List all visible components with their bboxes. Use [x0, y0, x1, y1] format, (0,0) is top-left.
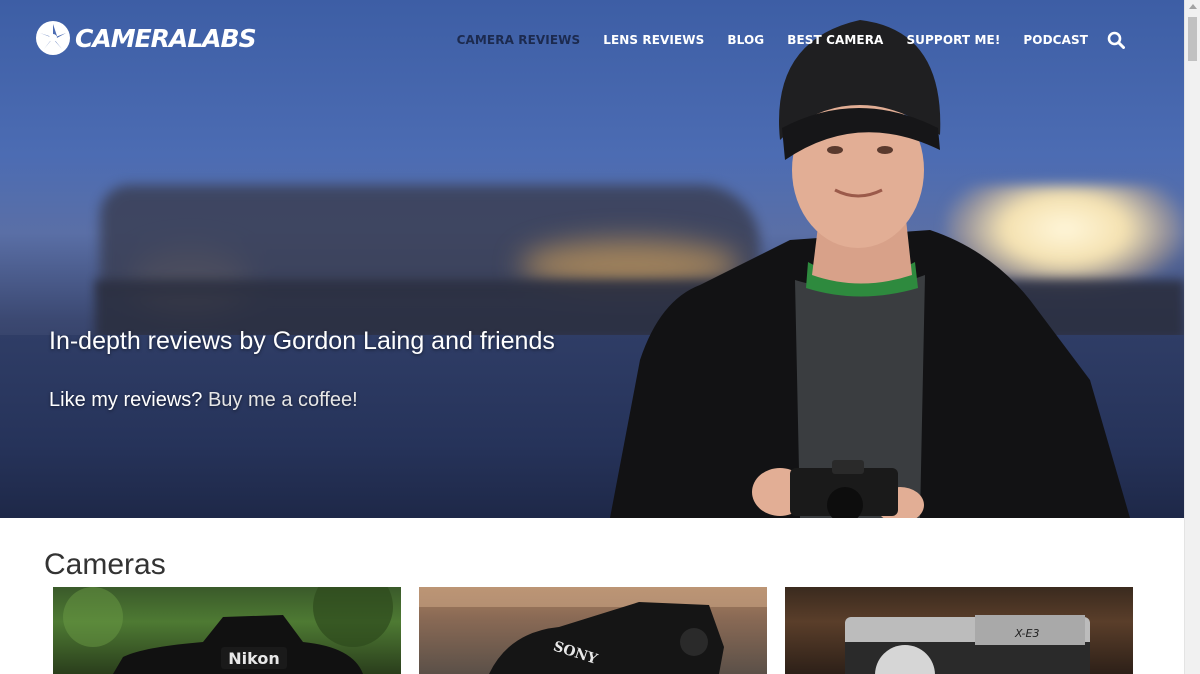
nikon-camera-image: Nikon	[63, 587, 393, 674]
nav-best-camera[interactable]: BEST CAMERA	[787, 33, 883, 47]
nav-podcast[interactable]: PODCAST	[1023, 33, 1088, 47]
main-nav: CAMERA REVIEWS LENS REVIEWS BLOG BEST CA…	[457, 31, 1125, 49]
logo-text: CAMERALABS	[75, 23, 257, 53]
vertical-scrollbar[interactable]	[1184, 0, 1200, 674]
site-logo[interactable]: CAMERALABS	[35, 20, 257, 56]
nav-lens-reviews[interactable]: LENS REVIEWS	[603, 33, 704, 47]
hero-cta: Like my reviews? Buy me a coffee!	[49, 389, 358, 412]
sony-camera-image: SONY	[419, 587, 767, 674]
nav-blog[interactable]: BLOG	[727, 33, 764, 47]
camera-card-sony[interactable]: SONY	[419, 587, 767, 674]
scroll-up-arrow-icon[interactable]	[1189, 4, 1197, 9]
nav-camera-reviews[interactable]: CAMERA REVIEWS	[457, 33, 581, 47]
hero-photo-person	[610, 20, 1130, 518]
camera-card-nikon[interactable]: Nikon	[53, 587, 401, 674]
camera-card-fujifilm[interactable]: X-E3	[785, 587, 1133, 674]
hero-banner: CAMERALABS CAMERA REVIEWS LENS REVIEWS B…	[0, 0, 1185, 518]
scrollbar-thumb[interactable]	[1188, 17, 1197, 61]
aperture-logo-icon	[36, 21, 70, 55]
nikon-brand-text: Nikon	[228, 649, 279, 668]
cta-prefix: Like my reviews?	[49, 389, 203, 411]
cameras-section-title: Cameras	[44, 548, 166, 581]
buy-coffee-link[interactable]: Buy me a coffee!	[208, 389, 358, 411]
fujifilm-camera-image: X-E3	[845, 615, 1090, 674]
hero-tagline: In-depth reviews by Gordon Laing and fri…	[49, 327, 555, 355]
fujifilm-model-text: X-E3	[1014, 627, 1039, 640]
nav-support-me[interactable]: SUPPORT ME!	[906, 33, 1000, 47]
search-icon[interactable]	[1107, 31, 1125, 49]
